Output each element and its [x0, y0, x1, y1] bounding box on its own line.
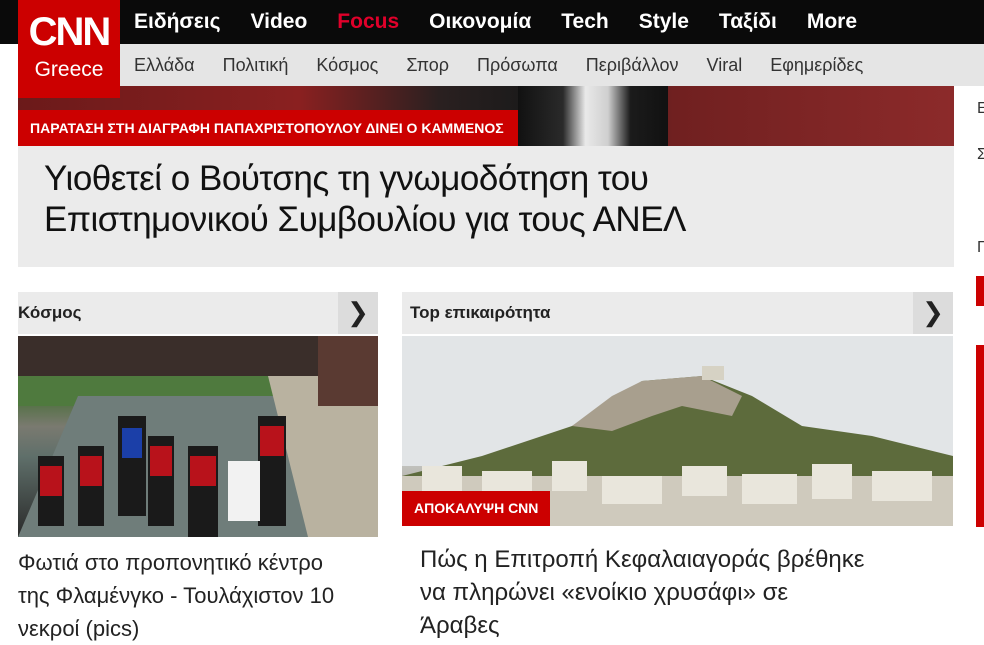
nav-item-video[interactable]: Video: [251, 0, 308, 44]
nav-item-news[interactable]: Ειδήσεις: [134, 0, 221, 44]
right-sidebar-letter: Π: [977, 239, 984, 256]
nav-item-style[interactable]: Style: [639, 0, 689, 44]
article-title-line: Άραβες: [420, 612, 500, 639]
right-sidebar-red-block: [976, 276, 984, 306]
football-image-graphic: [18, 336, 378, 537]
subnav-item-greece[interactable]: Ελλάδα: [134, 44, 195, 86]
world-article-title[interactable]: Φωτιά στο προπονητικό κέντρο της Φλαμένγ…: [18, 546, 388, 645]
hero-headline-line: Επιστημονικού Συμβουλίου για τους ΑΝΕΛ: [44, 200, 686, 239]
top-news-article-title[interactable]: Πώς η Επιτροπή Κεφαλαιαγοράς βρέθηκε να …: [420, 543, 940, 642]
chevron-right-icon[interactable]: ❯: [913, 292, 953, 334]
top-news-section-title[interactable]: Top επικαιρότητα: [410, 292, 890, 334]
hero-headline[interactable]: Υιοθετεί ο Βούτσης τη γνωμοδότηση του Επ…: [44, 158, 924, 240]
subnav-item-environment[interactable]: Περιβάλλον: [586, 44, 679, 86]
subnav-item-politics[interactable]: Πολιτική: [223, 44, 289, 86]
logo-cnn-text: CNN: [28, 10, 112, 54]
subnav-item-people[interactable]: Πρόσωπα: [477, 44, 558, 86]
top-news-kicker-badge[interactable]: ΑΠΟΚΑΛΥΨΗ CNN: [402, 491, 551, 526]
article-title-line: Φωτιά στο προπονητικό κέντρο: [18, 550, 323, 575]
nav-item-travel[interactable]: Ταξίδι: [719, 0, 777, 44]
subnav-item-world[interactable]: Κόσμος: [316, 44, 378, 86]
article-title-line: νεκροί (pics): [18, 616, 140, 641]
right-sidebar-letter: Σ: [977, 146, 984, 163]
logo-greece-text: Greece: [34, 58, 104, 81]
sub-navigation-bar: Ελλάδα Πολιτική Κόσμος Σπορ Πρόσωπα Περι…: [120, 44, 984, 86]
article-title-line: να πληρώνει «ενοίκιο χρυσάφι» σε: [420, 579, 789, 606]
nav-item-tech[interactable]: Tech: [561, 0, 608, 44]
nav-item-more[interactable]: More: [807, 0, 857, 44]
football-team-image[interactable]: [18, 336, 378, 537]
article-title-line: της Φλαμένγκο - Τουλάχιστον 10: [18, 583, 335, 608]
nav-item-focus[interactable]: Focus: [337, 0, 399, 44]
chevron-right-icon[interactable]: ❯: [338, 292, 378, 334]
main-navigation: Ειδήσεις Video Focus Οικονομία Tech Styl…: [134, 0, 887, 44]
top-news-section-header: Top επικαιρότητα ❯: [402, 292, 953, 334]
hero-headline-line: Υιοθετεί ο Βούτσης τη γνωμοδότηση του: [44, 159, 649, 198]
sub-navigation: Ελλάδα Πολιτική Κόσμος Σπορ Πρόσωπα Περι…: [134, 44, 891, 86]
world-section-header: Κόσμος ❯: [18, 292, 378, 334]
hero-kicker-badge[interactable]: ΠΑΡΑΤΑΣΗ ΣΤΗ ΔΙΑΓΡΑΦΗ ΠΑΠΑΧΡΙΣΤΟΠΟΥΛΟΥ Δ…: [18, 110, 518, 146]
hero-image-person: [518, 86, 668, 146]
right-sidebar-letter: Ε: [977, 100, 984, 117]
world-section-title[interactable]: Κόσμος: [18, 292, 318, 334]
subnav-item-newspapers[interactable]: Εφημερίδες: [770, 44, 863, 86]
right-sidebar-red-block: [976, 345, 984, 527]
subnav-item-viral[interactable]: Viral: [707, 44, 743, 86]
top-navigation-bar: Ειδήσεις Video Focus Οικονομία Tech Styl…: [0, 0, 984, 44]
subnav-item-sports[interactable]: Σπορ: [406, 44, 449, 86]
article-title-line: Πώς η Επιτροπή Κεφαλαιαγοράς βρέθηκε: [420, 546, 865, 573]
hero-headline-box[interactable]: Υιοθετεί ο Βούτσης τη γνωμοδότηση του Επ…: [18, 146, 954, 267]
cnn-greece-logo[interactable]: CNN Greece: [18, 0, 120, 98]
nav-item-economy[interactable]: Οικονομία: [429, 0, 531, 44]
